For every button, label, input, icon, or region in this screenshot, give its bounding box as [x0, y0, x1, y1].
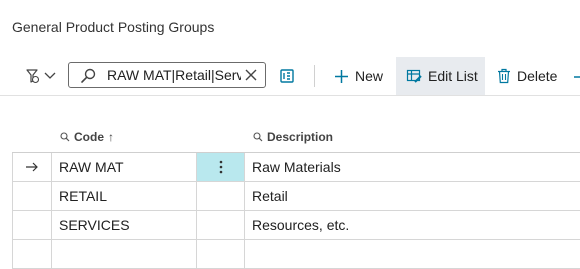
table-row[interactable]: SERVICES Resources, etc. [12, 211, 580, 240]
table-row-empty[interactable] [12, 240, 580, 269]
grid-header: Code ↑ Description [12, 123, 580, 153]
edit-list-icon [406, 69, 422, 83]
description-cell[interactable]: Resources, etc. [244, 211, 580, 239]
layout-toggle-icon [280, 69, 294, 83]
row-actions-cell[interactable] [196, 182, 244, 210]
column-header-code[interactable]: Code ↑ [60, 130, 114, 144]
trash-icon [498, 68, 510, 84]
show-as-tiles-button[interactable] [279, 59, 295, 93]
views-button[interactable] [24, 59, 56, 93]
description-cell[interactable] [244, 240, 580, 268]
plus-icon [335, 69, 348, 83]
code-cell[interactable] [51, 240, 196, 268]
code-cell[interactable]: SERVICES [51, 211, 196, 239]
close-icon[interactable] [244, 68, 258, 82]
delete-button[interactable]: Delete [497, 59, 557, 93]
edit-list-button[interactable]: Edit List [396, 57, 485, 95]
delete-button-label: Delete [517, 68, 558, 84]
code-cell[interactable]: RETAIL [51, 182, 196, 210]
filter-pane-icon [26, 69, 40, 84]
table-row[interactable]: RAW MAT Raw Materials [12, 153, 580, 182]
page-title: General Product Posting Groups [12, 19, 215, 35]
new-button-label: New [355, 68, 384, 84]
sort-ascending-icon: ↑ [108, 130, 114, 144]
new-button[interactable]: New [334, 59, 383, 93]
row-actions-cell[interactable] [196, 211, 244, 239]
row-selector[interactable] [12, 182, 51, 210]
row-actions-cell[interactable] [196, 240, 244, 268]
search-icon [81, 68, 96, 83]
description-cell[interactable]: Retail [244, 182, 580, 210]
table-row[interactable]: RETAIL Retail [12, 182, 580, 211]
more-actions-button[interactable] [572, 59, 580, 93]
edit-list-button-label: Edit List [428, 68, 478, 84]
product-posting-groups-grid: Code ↑ Description RAW MAT Raw Materials… [12, 123, 580, 269]
action-bar: New Edit List Delete [0, 57, 580, 96]
row-selector[interactable] [12, 211, 51, 239]
code-cell[interactable]: RAW MAT [51, 153, 196, 181]
search-icon [60, 132, 70, 142]
column-label-code: Code [74, 130, 104, 144]
search-icon [253, 132, 263, 142]
description-cell[interactable]: Raw Materials [244, 153, 580, 181]
toolbar-divider [314, 65, 315, 87]
current-row-arrow-icon [26, 162, 38, 172]
search-input[interactable] [107, 65, 241, 85]
more-options-icon [219, 160, 222, 174]
chevron-down-icon [44, 72, 56, 79]
more-actions-icon [574, 76, 580, 78]
row-actions-button[interactable] [196, 153, 244, 181]
row-selector[interactable] [12, 153, 51, 181]
column-header-description[interactable]: Description [253, 130, 333, 144]
column-label-description: Description [267, 130, 334, 144]
search-box[interactable] [68, 62, 266, 88]
row-selector[interactable] [12, 240, 51, 268]
